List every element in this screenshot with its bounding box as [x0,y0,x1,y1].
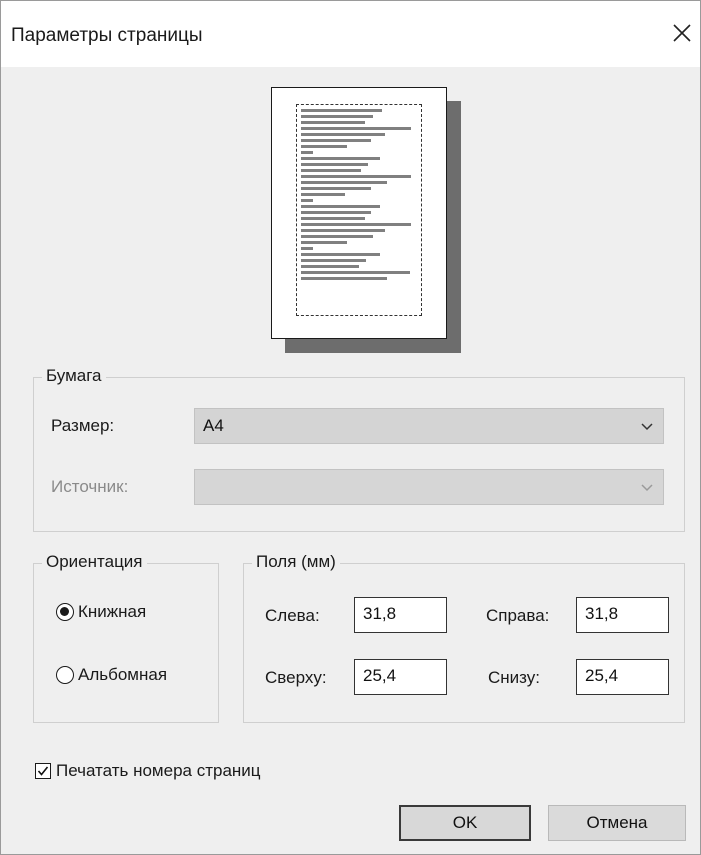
orientation-group: Ориентация [33,552,219,723]
margin-left-label: Слева: [265,606,320,625]
orientation-landscape-radio[interactable]: Альбомная [56,665,167,685]
margin-right-label: Справа: [486,606,550,625]
cancel-button[interactable]: Отмена [548,805,686,841]
page-preview-text [301,109,417,283]
close-icon [673,24,691,42]
title-bar: Параметры страницы [1,1,700,67]
paper-size-label: Размер: [51,416,115,435]
page-setup-dialog: Параметры страницы Бумага Размер: A4 Ист… [0,0,701,855]
print-page-numbers-label: Печатать номера страниц [56,761,261,780]
dialog-title: Параметры страницы [11,25,203,46]
chevron-down-icon [641,484,653,492]
margins-group-label: Поля (мм) [252,552,340,572]
page-preview-margins [296,104,422,316]
dialog-content: Бумага Размер: A4 Источник: Ориентация К… [1,67,700,854]
ok-button[interactable]: OK [399,805,531,841]
paper-source-label: Источник: [51,477,129,496]
checkbox-box [35,763,51,779]
orientation-portrait-radio[interactable]: Книжная [56,602,146,622]
margin-right-input[interactable]: 31,8 [576,597,669,633]
paper-size-select[interactable]: A4 [194,408,664,444]
paper-group: Бумага [33,366,685,532]
paper-group-label: Бумага [42,366,106,386]
checkmark-icon [37,766,49,776]
print-page-numbers-checkbox[interactable]: Печатать номера страниц [35,761,261,781]
radio-indicator [56,666,74,684]
margin-top-input[interactable]: 25,4 [354,659,447,695]
orientation-landscape-label: Альбомная [78,665,168,684]
orientation-group-label: Ориентация [42,552,147,572]
page-preview [271,87,447,339]
chevron-down-icon [641,423,653,431]
paper-size-value: A4 [203,416,224,435]
margin-top-label: Сверху: [265,668,327,687]
margins-group: Поля (мм) [243,552,685,723]
paper-source-select [194,469,664,505]
radio-selected-indicator [56,603,74,621]
orientation-portrait-label: Книжная [78,602,147,621]
margin-bottom-label: Снизу: [488,668,540,687]
margin-left-input[interactable]: 31,8 [354,597,447,633]
close-button[interactable] [666,17,698,49]
margin-bottom-input[interactable]: 25,4 [576,659,669,695]
